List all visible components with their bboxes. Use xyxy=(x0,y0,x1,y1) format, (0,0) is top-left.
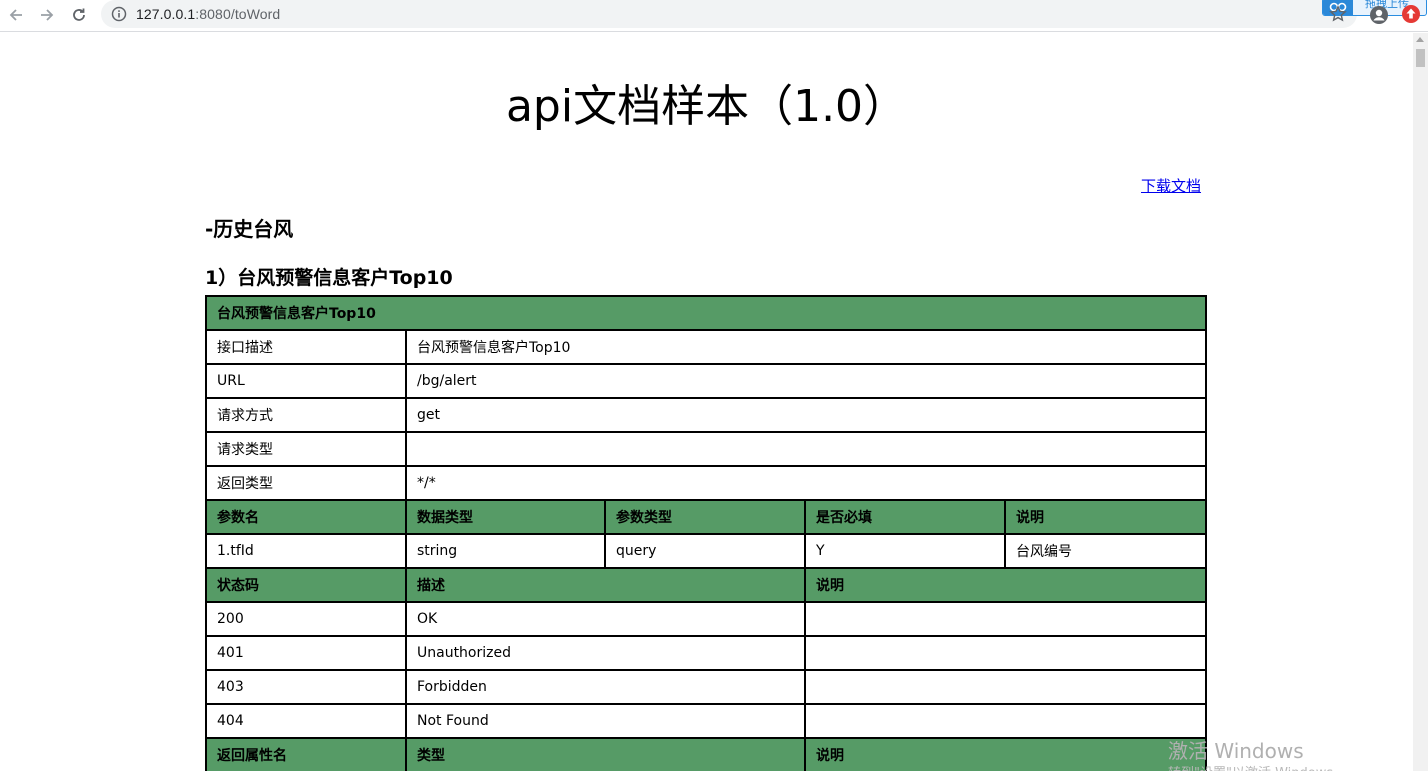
param-cell: 台风编号 xyxy=(1003,533,1208,569)
param-header-row: 参数名 数据类型 参数类型 是否必填 说明 xyxy=(205,499,1208,535)
status-note xyxy=(803,669,1208,705)
section-heading: -历史台风 xyxy=(205,217,294,241)
info-value: */* xyxy=(404,465,1208,501)
info-icon[interactable] xyxy=(111,6,127,22)
status-row: 404 Not Found xyxy=(205,703,1208,739)
upload-extension-icon[interactable] xyxy=(1401,4,1421,24)
info-value: /bg/alert xyxy=(404,363,1208,399)
info-label: 返回类型 xyxy=(205,465,407,501)
browser-toolbar: 127.0.0.1:8080/toWord 拖拽上传 xyxy=(0,0,1428,32)
info-row: 请求方式 get xyxy=(205,397,1208,433)
windows-activation-watermark: 激活 Windows xyxy=(1168,739,1304,763)
param-cell: Y xyxy=(804,533,1006,569)
api-table: 台风预警信息客户Top10 接口描述 台风预警信息客户Top10 URL /bg… xyxy=(204,295,1208,771)
api-heading: 1）台风预警信息客户Top10 xyxy=(205,267,453,289)
table-caption-row: 台风预警信息客户Top10 xyxy=(204,295,1208,331)
status-description: Unauthorized xyxy=(405,635,806,671)
page-title: api文档样本（1.0） xyxy=(505,81,908,132)
status-code: 200 xyxy=(205,601,407,637)
url-host: 127.0.0.1 xyxy=(136,6,196,22)
return-header-row: 返回属性名 类型 说明 xyxy=(205,737,1208,771)
param-cell: string xyxy=(405,533,606,569)
return-header: 返回属性名 xyxy=(205,737,407,771)
info-label: 请求方式 xyxy=(205,397,407,433)
status-header-row: 状态码 描述 说明 xyxy=(205,567,1208,603)
info-row: 返回类型 */* xyxy=(205,465,1208,501)
arrow-left-icon xyxy=(9,9,22,21)
param-cell: 1.tfId xyxy=(205,533,407,569)
param-header: 是否必填 xyxy=(804,499,1006,535)
status-header: 描述 xyxy=(405,567,806,603)
status-row: 200 OK xyxy=(205,601,1208,637)
status-description: Forbidden xyxy=(405,669,806,705)
info-label: 接口描述 xyxy=(205,329,407,365)
windows-activation-subtext: 转到"设置"以激活 Windows。 xyxy=(1168,762,1346,771)
param-row: 1.tfId string query Y 台风编号 xyxy=(205,533,1208,569)
status-description: OK xyxy=(405,601,806,637)
status-row: 401 Unauthorized xyxy=(205,635,1208,671)
info-row: 请求类型 xyxy=(205,431,1208,467)
param-cell: query xyxy=(604,533,806,569)
back-button[interactable] xyxy=(4,4,28,26)
url-text: 127.0.0.1:8080/toWord xyxy=(136,6,280,22)
param-header: 参数名 xyxy=(205,499,407,535)
return-header: 类型 xyxy=(405,737,806,771)
arrow-right-icon xyxy=(41,9,54,21)
info-value xyxy=(404,431,1208,467)
status-header: 说明 xyxy=(803,567,1208,603)
status-description: Not Found xyxy=(405,703,806,739)
forward-button[interactable] xyxy=(35,4,59,26)
info-row: 接口描述 台风预警信息客户Top10 xyxy=(205,329,1208,365)
info-row: URL /bg/alert xyxy=(205,363,1208,399)
account-icon[interactable] xyxy=(1369,5,1389,25)
info-label: 请求类型 xyxy=(205,431,407,467)
param-header: 参数类型 xyxy=(604,499,806,535)
status-code: 404 xyxy=(205,703,407,739)
reload-icon xyxy=(73,8,85,21)
status-header: 状态码 xyxy=(205,567,407,603)
scroll-thumb[interactable] xyxy=(1416,49,1425,67)
param-header: 数据类型 xyxy=(405,499,606,535)
scroll-up-arrow-icon[interactable] xyxy=(1416,37,1424,42)
status-code: 403 xyxy=(205,669,407,705)
address-bar[interactable]: 127.0.0.1:8080/toWord 拖拽上传 xyxy=(101,0,1427,28)
download-document-link[interactable]: 下载文档 xyxy=(1141,175,1201,196)
param-header: 说明 xyxy=(1003,499,1208,535)
status-row: 403 Forbidden xyxy=(205,669,1208,705)
status-code: 401 xyxy=(205,635,407,671)
info-value: 台风预警信息客户Top10 xyxy=(404,329,1208,365)
bookmark-star-icon[interactable] xyxy=(1329,5,1347,23)
table-caption: 台风预警信息客户Top10 xyxy=(204,295,1208,331)
status-note xyxy=(803,601,1208,637)
status-note xyxy=(803,703,1208,739)
return-header: 说明 xyxy=(803,737,1208,771)
status-note xyxy=(803,635,1208,671)
vertical-scrollbar[interactable] xyxy=(1413,33,1428,771)
url-path: :8080/toWord xyxy=(195,6,281,22)
info-value: get xyxy=(404,397,1208,433)
info-label: URL xyxy=(205,363,407,399)
reload-button[interactable] xyxy=(67,4,91,26)
